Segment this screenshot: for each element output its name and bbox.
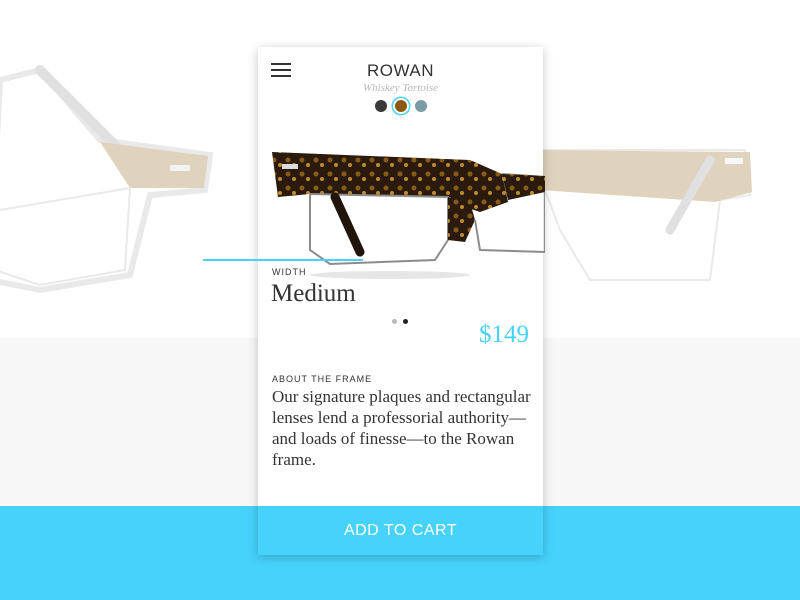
add-to-cart-button[interactable]: ADD TO CART	[258, 506, 543, 555]
carousel-dot[interactable]	[392, 319, 397, 324]
carousel-dot-active[interactable]	[403, 319, 408, 324]
glasses-ghost-left-image	[0, 65, 214, 294]
product-title: ROWAN	[366, 61, 435, 80]
swatch-blue-gray[interactable]	[414, 100, 427, 112]
swatch-dark[interactable]	[374, 100, 387, 112]
swatch-whiskey-tortoise[interactable]	[394, 100, 407, 112]
color-swatches	[258, 100, 543, 112]
product-card: ROWAN Whiskey Tortoise WIDTH Medium $149…	[203, 47, 545, 555]
product-color-name: Whiskey Tortoise	[362, 82, 439, 94]
product-price: $149	[479, 321, 529, 348]
width-indicator-line	[203, 259, 363, 261]
glasses-ghost-right-image	[528, 149, 752, 281]
glasses-product-image	[272, 152, 545, 279]
width-value: Medium	[271, 280, 356, 307]
about-description: Our signature plaques and rectangular le…	[272, 387, 531, 469]
about-label: ABOUT THE FRAME	[272, 374, 373, 384]
width-label: WIDTH	[272, 267, 307, 277]
carousel-dots	[392, 319, 408, 324]
